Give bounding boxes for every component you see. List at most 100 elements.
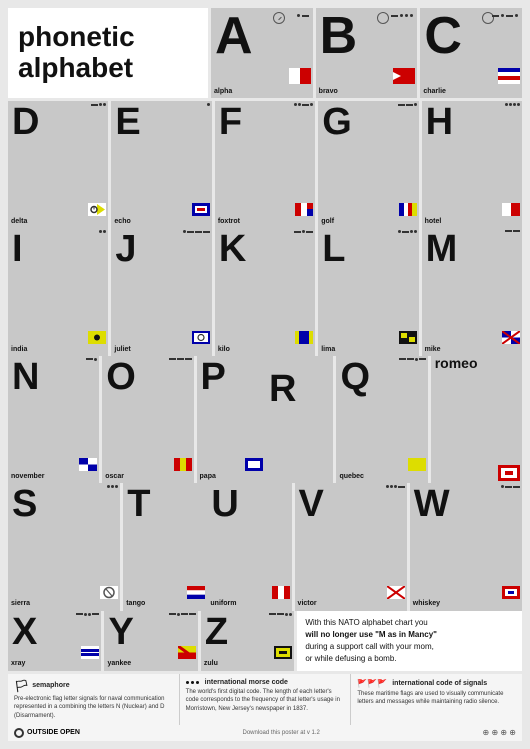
flag-V — [387, 586, 405, 599]
flag-A — [289, 68, 311, 84]
flag-S — [100, 586, 118, 599]
flag-Z — [274, 646, 292, 659]
morse-C — [492, 14, 518, 17]
letter-cell-L: L lima — [318, 228, 418, 355]
morse-M — [505, 230, 520, 232]
letter-D: D — [8, 101, 108, 218]
word-C: charlie — [420, 88, 522, 98]
xyz-section: X xray Y yankee — [8, 611, 294, 671]
flag-Q — [408, 458, 426, 471]
bottom-bar: OUTSIDE OPEN Download this poster at v 1… — [8, 725, 522, 741]
flag-U — [272, 586, 290, 599]
word-G: golf — [318, 218, 418, 228]
flag-F — [295, 203, 313, 216]
morse-X — [76, 613, 99, 616]
letter-M: M — [422, 228, 522, 345]
morse-O — [169, 358, 192, 360]
letter-R: R — [265, 356, 333, 483]
morse-F — [294, 103, 313, 106]
flag-H — [502, 203, 520, 216]
morse-A — [297, 14, 309, 17]
callout-box: With this NATO alphabet chart you will n… — [297, 611, 522, 671]
header-row: phonetic alphabet A alpha B b — [8, 8, 522, 98]
grid-row-5: S sierra T tango — [8, 483, 522, 610]
letter-K: K — [215, 228, 315, 345]
flag-K — [295, 331, 313, 344]
word-J: juliet — [111, 346, 211, 356]
page-title: phonetic alphabet — [18, 22, 135, 84]
logo: OUTSIDE OPEN — [14, 728, 80, 738]
word-B: bravo — [316, 88, 418, 98]
letter-cell-Y: Y yankee — [104, 611, 197, 671]
letter-cell-W: W whiskey — [410, 483, 522, 610]
word-H: hotel — [422, 218, 522, 228]
letter-U: U — [207, 483, 291, 600]
flag-P — [245, 458, 263, 471]
semaphore-icon: 🏳 — [14, 679, 29, 693]
flag-C — [498, 68, 520, 84]
letter-cell-K: K kilo — [215, 228, 315, 355]
morse-V — [386, 485, 405, 488]
morse-B — [391, 14, 413, 17]
semaphore-text: Pre-electronic flag letter signals for n… — [14, 695, 173, 720]
flag-Y — [178, 646, 196, 659]
letter-O: O — [102, 356, 193, 473]
letter-N: N — [8, 356, 99, 473]
letter-cell-X: X xray — [8, 611, 101, 671]
flag-W — [502, 586, 520, 599]
letter-cell-N: N november — [8, 356, 99, 483]
morse-I — [99, 230, 106, 233]
word-S: sierra — [8, 600, 120, 610]
morse-W — [501, 485, 520, 488]
semaphore-title: 🏳 semaphore — [14, 679, 173, 693]
letter-cell-J: J juliet — [111, 228, 211, 355]
romeo-label: romeo — [431, 356, 522, 483]
word-L: lima — [318, 346, 418, 356]
morse-E — [207, 103, 210, 106]
morse-K — [294, 230, 313, 233]
letter-L: L — [318, 228, 418, 345]
word-A: alpha — [211, 88, 313, 98]
flag-I — [88, 331, 106, 344]
grid-row-3: I india J juliet K kilo — [8, 228, 522, 355]
morse-S — [107, 485, 118, 488]
letter-cell-M: M mike — [422, 228, 522, 355]
word-T: tango — [123, 600, 207, 610]
flag-T — [187, 586, 205, 599]
info-section: 🏳 semaphore Pre-electronic flag letter s… — [8, 674, 522, 725]
letter-S: S — [8, 483, 120, 600]
clock-A — [273, 12, 285, 24]
morse-G — [398, 103, 417, 106]
callout-text: With this NATO alphabet chart you will n… — [305, 617, 437, 665]
letter-cell-H: H hotel — [422, 101, 522, 228]
grid-row-xyz: X xray Y yankee — [8, 611, 294, 671]
letter-T: T — [123, 483, 207, 600]
morse-H — [505, 103, 520, 106]
letter-V: V — [295, 483, 407, 600]
word-I: india — [8, 346, 108, 356]
letter-J: J — [111, 228, 211, 345]
letter-cell-C: C charlie — [420, 8, 522, 98]
letter-cell-E: E echo — [111, 101, 211, 228]
flag-N — [79, 458, 97, 471]
letter-P: P — [197, 356, 265, 473]
morse-dots-icon — [186, 681, 199, 684]
word-V: victor — [295, 600, 407, 610]
morse-Z — [269, 613, 292, 616]
word-N: november — [8, 473, 99, 483]
page: phonetic alphabet A alpha B b — [0, 0, 530, 749]
signals-title: 🚩🚩🚩 international code of signals — [357, 679, 516, 688]
letter-cell-Q: Q quebec — [336, 356, 427, 483]
morse-D — [91, 103, 106, 106]
signals-text: These maritime flags are used to visuall… — [357, 690, 516, 707]
logo-circle — [14, 728, 24, 738]
flag-M — [502, 331, 520, 344]
letter-E: E — [111, 101, 211, 218]
letter-cell-S: S sierra — [8, 483, 120, 610]
word-K: kilo — [215, 346, 315, 356]
morse-J — [183, 230, 210, 233]
word-O: oscar — [102, 473, 193, 483]
word-F: foxtrot — [215, 218, 315, 228]
flag-J — [192, 331, 210, 344]
letter-cell-I: I india — [8, 228, 108, 355]
